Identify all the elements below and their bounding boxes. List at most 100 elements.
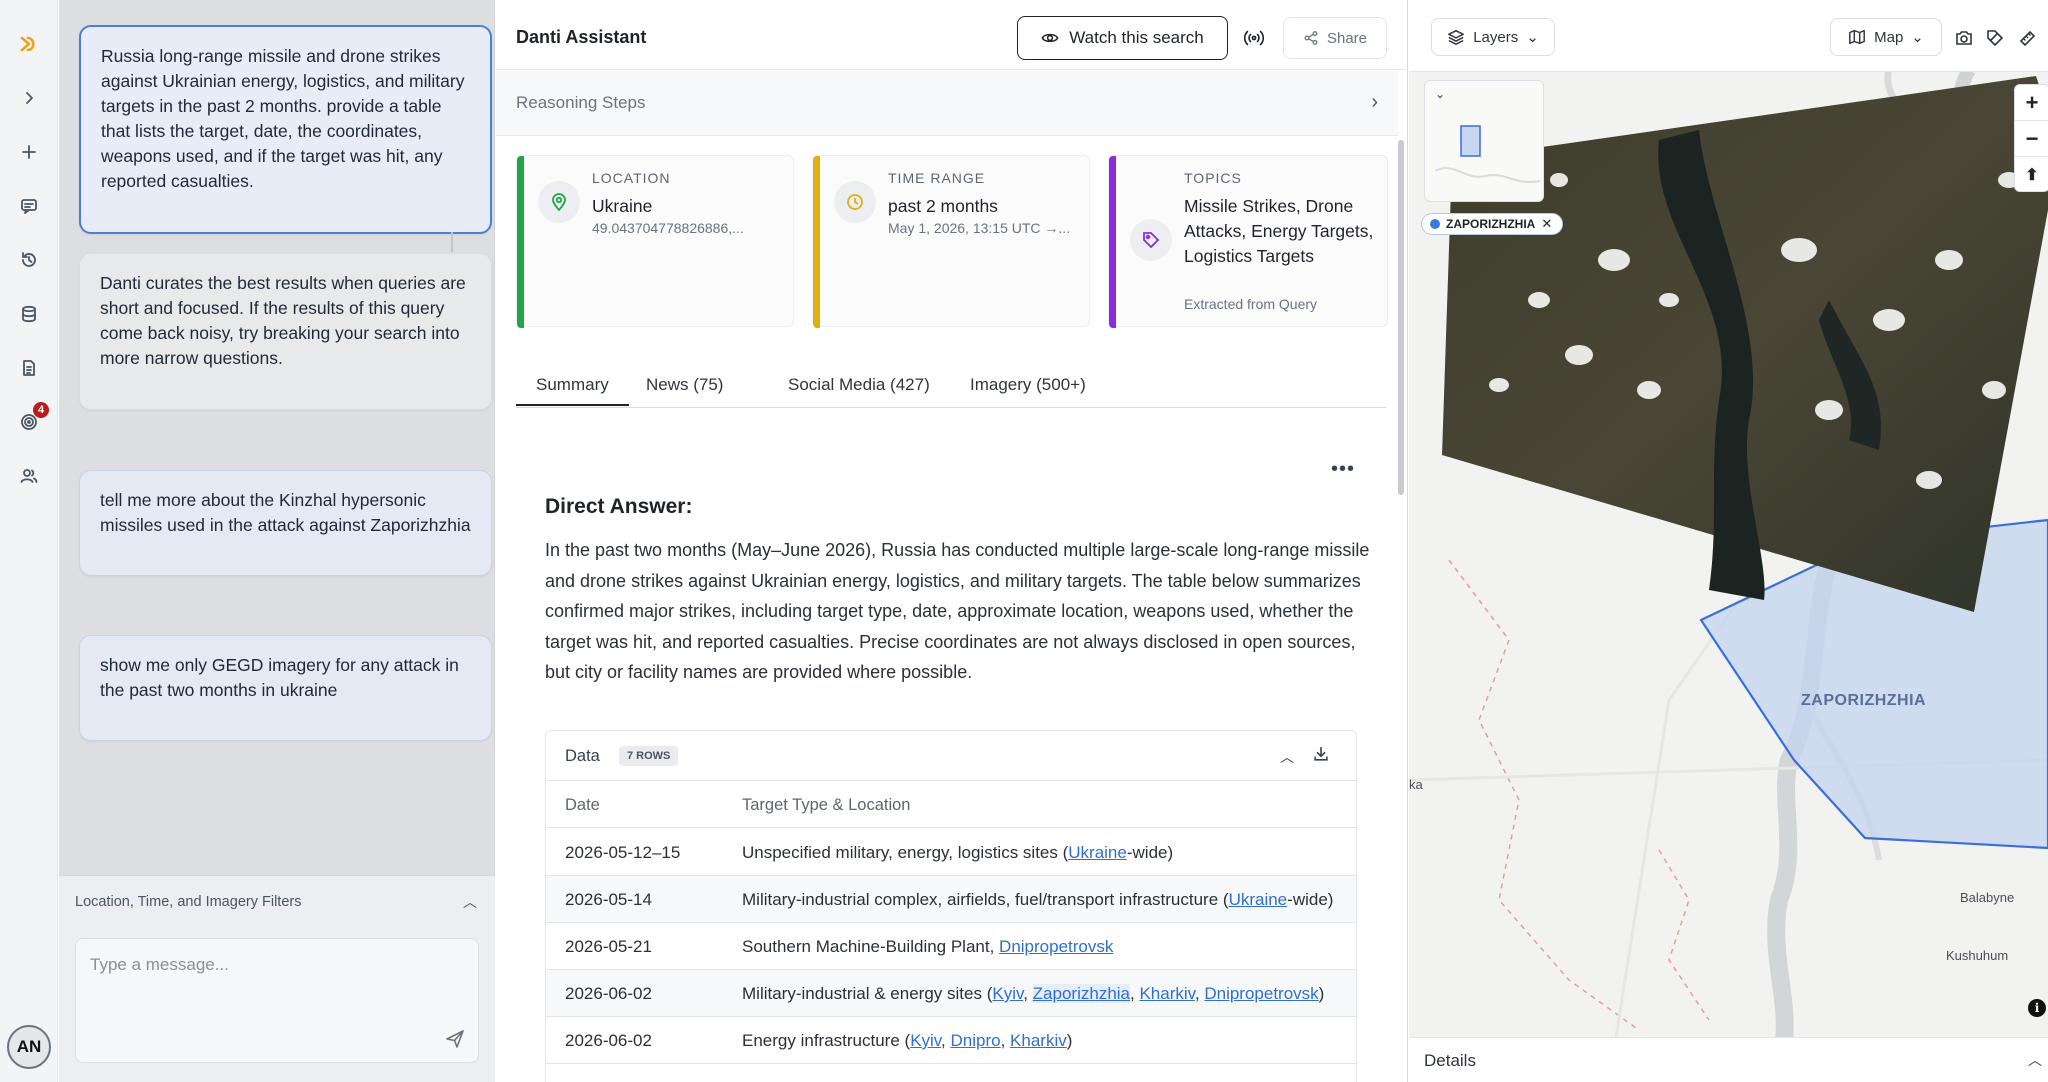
chevron-up-icon[interactable]: ︿ [2028,1050,2042,1070]
card-value: Ukraine [592,196,653,216]
location-link[interactable]: Zaporizhzhia [1032,984,1130,1003]
location-link[interactable]: Ukraine [1068,843,1127,862]
download-icon[interactable] [1312,745,1330,763]
card-accent-bar [1109,156,1116,328]
table-column-headers: Date Target Type & Location [546,782,1356,828]
column-header-target[interactable]: Target Type & Location [742,796,910,815]
camera-icon[interactable] [1954,28,1974,48]
user-avatar[interactable]: AN [7,1025,51,1069]
row-target-text: ) [1066,1031,1073,1050]
location-link[interactable]: Kyiv [910,1031,941,1050]
place-label: ka [1409,777,1423,792]
map-panel[interactable]: Layers ⌄ Map ⌄ + − ⬆ ⌄ ZAPORIZHZHIA ✕ ZA… [1409,0,2048,1082]
table-row[interactable]: 2026-05-14 Military-industrial complex, a… [546,876,1356,923]
chat-message-user[interactable]: tell me more about the Kinzhal hypersoni… [79,470,492,576]
chat-message-user[interactable]: Russia long-range missile and drone stri… [79,25,492,234]
measure-ruler-icon[interactable] [2017,28,2037,48]
zoom-in-button[interactable]: + [2015,85,2048,121]
table-row[interactable]: 2026-05-12–15 Unspecified military, energ… [546,829,1356,876]
chevron-up-icon[interactable]: ︿ [463,892,477,912]
expand-chevron-icon[interactable] [15,84,43,112]
row-date: 2026-05-12–15 [565,843,681,862]
collapse-chevron-icon[interactable]: ︿ [1280,747,1294,767]
aoi-chip[interactable]: ZAPORIZHZHIA ✕ [1421,213,1564,235]
watch-search-button[interactable]: Watch this search [1017,16,1228,60]
topics-card[interactable]: TOPICS Missile Strikes, Drone Attacks, E… [1108,155,1388,328]
tab-social-media[interactable]: Social Media (427) [788,375,930,395]
row-target: Energy infrastructure (Kyiv, Dnipro, Kha… [742,1031,1072,1051]
row-date: 2026-05-21 [565,937,652,956]
draw-tag-icon[interactable] [1985,28,2005,48]
location-card[interactable]: LOCATION Ukraine 49.043704778826886,... [516,155,794,328]
location-link[interactable]: Dnipro [951,1031,1001,1050]
tag-icon [1130,219,1172,261]
card-value: past 2 months [888,196,998,216]
location-link[interactable]: Kharkiv [1010,1031,1067,1050]
location-link[interactable]: Ukraine [1229,890,1288,909]
share-icon [1304,31,1318,45]
notification-badge: 4 [33,402,49,418]
direct-answer-title: Direct Answer: [545,495,693,518]
zoom-out-button[interactable]: − [2015,121,2048,157]
alerts-target-icon[interactable]: 4 [15,402,49,436]
map-icon [1849,29,1866,45]
row-target-text: ) [1318,984,1325,1003]
table-row[interactable]: 2026-06-02 Energy infrastructure (Kyiv, D… [546,1017,1356,1064]
danti-logo-icon[interactable] [15,30,43,58]
compass-reset-button[interactable]: ⬆ [2015,157,2048,193]
chat-panel: Russia long-range missile and drone stri… [59,0,495,1082]
details-label: Details [1424,1051,1476,1070]
table-row[interactable]: 2026-06-02 Military-industrial & energy s… [546,970,1356,1017]
tab-news[interactable]: News (75) [646,375,723,395]
filters-toggle-label[interactable]: Location, Time, and Imagery Filters [75,894,301,910]
location-link[interactable]: Kharkiv [1139,984,1194,1003]
place-label: Balabyne [1960,890,2015,905]
row-target: Unspecified military, energy, logistics … [742,843,1173,863]
location-link[interactable]: Dnipropetrovsk [1204,984,1318,1003]
more-options-icon[interactable]: ••• [1331,458,1355,481]
close-icon[interactable]: ✕ [1541,216,1552,232]
location-pin-icon [538,181,580,223]
overview-minimap[interactable]: ⌄ [1424,80,1544,202]
message-input[interactable]: Type a message... [75,938,479,1063]
chevron-right-icon: › [1371,91,1378,113]
chevron-down-icon: ⌄ [1911,29,1924,46]
row-target-text: Unspecified military, energy, logistics … [742,843,1069,862]
details-drawer[interactable]: Details ︿ [1409,1037,2048,1082]
location-link[interactable]: Kyiv [992,984,1023,1003]
database-icon[interactable] [15,300,43,328]
layers-button[interactable]: Layers ⌄ [1431,18,1555,56]
share-button[interactable]: Share [1283,17,1387,59]
card-accent-bar [517,156,524,328]
document-icon[interactable] [15,354,43,382]
reasoning-steps-label: Reasoning Steps [516,93,646,112]
broadcast-icon[interactable] [1243,27,1265,49]
card-label: TIME RANGE [888,170,986,186]
assistant-panel: Danti Assistant Watch this search Share … [496,0,1408,1082]
history-icon[interactable] [15,246,43,274]
table-header-bar: Data 7 ROWS ︿ [546,731,1356,781]
chevron-down-icon: ⌄ [1526,29,1539,46]
separator: , [1194,984,1205,1003]
row-target-text: Energy infrastructure ( [742,1031,911,1050]
chat-icon[interactable] [15,192,43,220]
region-label: ZAPORIZHZHIA [1801,692,1927,709]
chat-message-user[interactable]: show me only GEGD imagery for any attack… [79,635,492,741]
attribution-info-icon[interactable]: i [2028,999,2046,1017]
location-link[interactable]: Dnipropetrovsk [999,937,1113,956]
card-label: LOCATION [592,170,671,186]
minimap-canvas [1434,125,1541,183]
watch-search-label: Watch this search [1069,28,1204,47]
column-header-date[interactable]: Date [565,796,600,815]
left-nav-rail: 4 AN [0,0,58,1082]
basemap-select[interactable]: Map ⌄ [1830,18,1942,56]
send-icon[interactable] [444,1028,466,1050]
time-range-card[interactable]: TIME RANGE past 2 months May 1, 2026, 13… [812,155,1090,328]
table-row[interactable]: 2026-05-21 Southern Machine-Building Plan… [546,923,1356,970]
tab-summary[interactable]: Summary [516,375,629,406]
reasoning-steps-toggle[interactable]: Reasoning Steps › [496,71,1398,136]
tab-imagery[interactable]: Imagery (500+) [970,375,1086,395]
new-chat-plus-icon[interactable] [15,138,43,166]
scrollbar-thumb[interactable] [1398,140,1404,495]
team-users-icon[interactable] [15,462,43,490]
